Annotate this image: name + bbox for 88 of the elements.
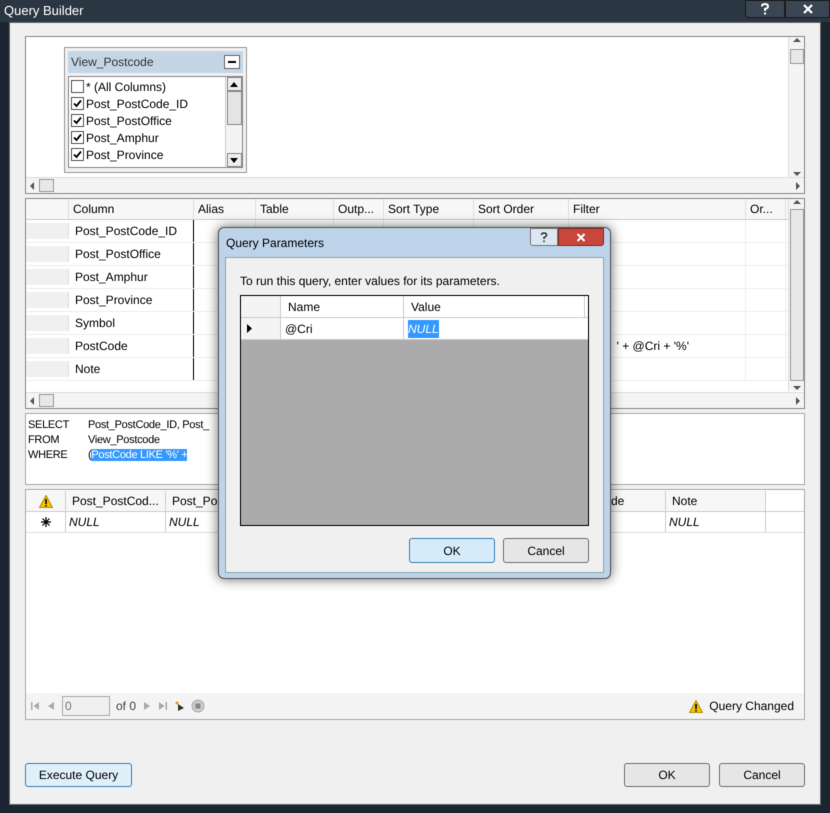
table-cell-text: ' + @Cri + '%': [616, 338, 690, 355]
row-header[interactable]: [241, 318, 281, 339]
column-header: Alias: [194, 199, 256, 219]
position-field[interactable]: 0: [62, 696, 110, 716]
collapse-button[interactable]: [224, 55, 240, 69]
scroll-up-button[interactable]: [226, 77, 242, 91]
scroll-left-icon[interactable]: [29, 182, 35, 190]
column-header: Or...: [746, 199, 786, 219]
stop-icon[interactable]: [191, 699, 206, 713]
window-title: Query Builder: [3, 2, 84, 20]
help-icon: [760, 3, 770, 15]
help-icon: [540, 232, 548, 242]
column-header: Filter: [569, 199, 746, 219]
column-header: Table: [256, 199, 334, 219]
close-icon: [576, 232, 586, 242]
dialog-button[interactable]: OK: [409, 538, 495, 563]
column-header: Sort Order: [474, 199, 569, 219]
row-pointer-icon: [247, 324, 252, 333]
table-cell-text: NULL: [69, 514, 100, 531]
table-cell: @Cri: [281, 318, 404, 339]
help-button[interactable]: [530, 228, 558, 246]
column-header: de: [609, 491, 666, 511]
column-label: Post_PostOffice: [86, 112, 172, 130]
sql-keyword: WHERE: [28, 448, 68, 462]
scrollbar-thumb[interactable]: [790, 209, 804, 381]
table-cell: Post_PostCode_ID: [69, 220, 194, 242]
sql-text: View_Postcode: [88, 433, 160, 447]
scroll-up-icon: [230, 82, 238, 86]
scroll-right-icon[interactable]: [795, 396, 801, 404]
instruction-text: To run this query, enter values for its parameters.: [240, 274, 501, 288]
sql-keyword: SELECT: [28, 418, 70, 432]
help-button[interactable]: [745, 0, 785, 18]
checkbox[interactable]: [71, 131, 84, 144]
table-cell: Post_Province: [69, 289, 194, 311]
column-header: Note: [666, 491, 766, 511]
warning-icon: [689, 700, 704, 712]
scroll-right-icon[interactable]: [795, 182, 801, 190]
close-button[interactable]: [558, 228, 604, 246]
sql-text: (PostCode LIKE '%' +: [88, 448, 188, 462]
column-label: * (All Columns): [86, 78, 166, 96]
table-title: View_Postcode: [71, 54, 154, 71]
table-cell-text: NULL: [169, 514, 200, 531]
close-icon: [802, 4, 812, 14]
new-row-icon: [40, 517, 50, 527]
execute-query-button[interactable]: Execute Query: [25, 763, 132, 787]
new-record-icon[interactable]: [174, 700, 186, 712]
dialog-title: Query Parameters: [226, 235, 324, 252]
column-label: Post_Province: [86, 146, 164, 164]
status-text: Query Changed: [709, 698, 795, 715]
horizontal-scrollbar[interactable]: [26, 177, 804, 193]
scrollbar-thumb[interactable]: [790, 49, 804, 64]
scrollbar-thumb[interactable]: [39, 394, 54, 407]
checkbox[interactable]: [71, 114, 84, 127]
cancel-button[interactable]: Cancel: [719, 763, 805, 787]
checkbox[interactable]: [71, 80, 84, 93]
sql-text: Post_PostCode_ID, Post_: [88, 418, 209, 432]
vertical-scrollbar[interactable]: [788, 199, 804, 391]
table-cell: Symbol: [69, 312, 194, 334]
scroll-up-icon[interactable]: [792, 37, 800, 43]
close-button[interactable]: [785, 0, 830, 18]
table-cell: Post_PostOffice: [69, 243, 194, 265]
column-header: Post_PostCod...: [66, 491, 166, 511]
column-header: Name: [281, 296, 404, 317]
scroll-left-icon[interactable]: [29, 396, 35, 404]
vertical-scrollbar[interactable]: [788, 37, 804, 177]
record-count: of 0: [116, 698, 136, 715]
column-header: Sort Type: [384, 199, 474, 219]
column-header: Column: [69, 199, 194, 219]
column-header: Value: [404, 296, 585, 317]
table-cell-text: NULL: [669, 514, 700, 531]
checkbox[interactable]: [71, 97, 84, 110]
warning-icon: [38, 494, 52, 508]
column-header: Outp...: [334, 199, 384, 219]
scroll-down-icon: [230, 158, 238, 162]
sql-keyword: FROM: [28, 433, 60, 447]
vertical-scrollbar[interactable]: [225, 77, 242, 167]
checkbox[interactable]: [71, 148, 84, 161]
table-cell: PostCode: [69, 335, 194, 357]
table-cell: Post_Amphur: [69, 266, 194, 288]
column-label: Post_PostCode_ID: [86, 96, 188, 112]
dialog-button[interactable]: Cancel: [503, 538, 589, 563]
scroll-down-button[interactable]: [226, 153, 242, 167]
ok-button[interactable]: OK: [624, 763, 710, 787]
table-cell: Note: [69, 358, 194, 380]
column-label: Post_Amphur: [86, 130, 159, 146]
scroll-up-icon[interactable]: [792, 199, 800, 205]
scrollbar-thumb[interactable]: [226, 91, 242, 125]
scrollbar-thumb[interactable]: [39, 179, 54, 192]
